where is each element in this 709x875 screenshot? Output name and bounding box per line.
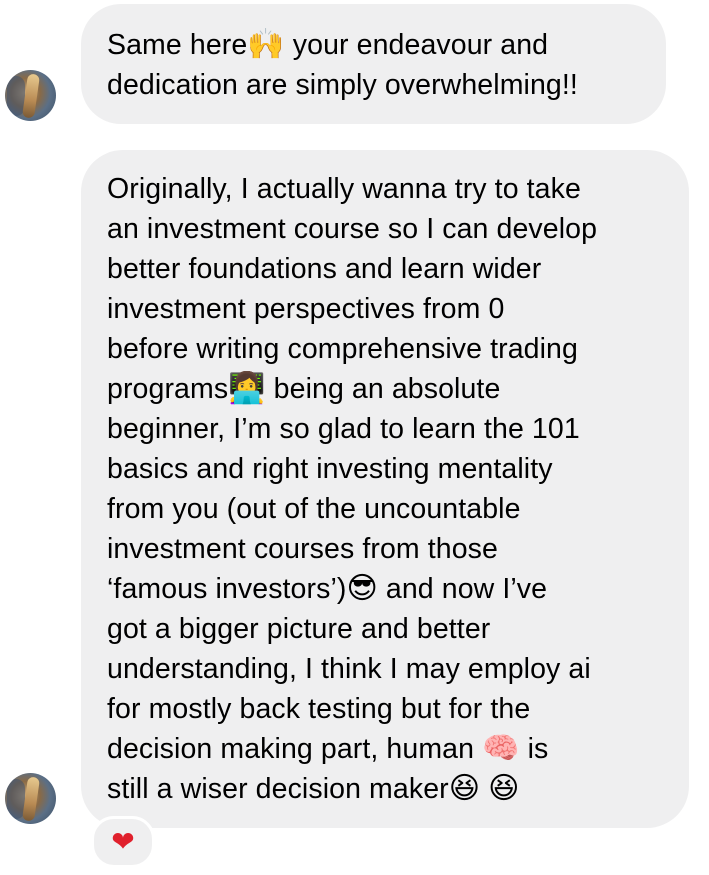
brain-emoji-icon: 🧠: [482, 731, 520, 766]
message-line: Same here🙌 your endeavour and: [107, 25, 646, 65]
message-text: decision making part, human: [107, 733, 483, 765]
message-text: is: [519, 733, 549, 765]
message-text: Originally, I actually wanna try to take: [107, 173, 581, 205]
message-text: understanding, I think I may employ ai: [107, 653, 591, 685]
message-line: understanding, I think I may employ ai: [107, 649, 673, 689]
grinning-squinting-face-emoji-icon: 😆: [448, 771, 481, 806]
message-line: dedication are simply overwhelming!!: [107, 65, 646, 105]
message-line: better foundations and learn wider: [107, 249, 673, 289]
message-text: [480, 773, 488, 805]
message-text: being an absolute: [265, 373, 501, 405]
message-text: basics and right investing mentality: [107, 453, 553, 485]
raising-hands-emoji-icon: 🙌: [247, 27, 285, 62]
message-text: your endeavour and: [284, 29, 549, 61]
message-text: beginner, I’m so glad to learn the 101: [107, 413, 580, 445]
message-text: and now I’ve: [377, 573, 548, 605]
heart-icon: ❤: [111, 825, 135, 858]
message-line: investment courses from those: [107, 529, 673, 569]
message-line: got a bigger picture and better: [107, 609, 673, 649]
message-line: from you (out of the uncountable: [107, 489, 673, 529]
message-text: dedication are simply overwhelming!!: [107, 69, 578, 101]
woman-technologist-emoji-icon: 👩‍💻: [228, 371, 266, 406]
message-text: investment perspectives from 0: [107, 293, 505, 325]
message-line: an investment course so I can develop: [107, 209, 673, 249]
message-line: investment perspectives from 0: [107, 289, 673, 329]
message-line: basics and right investing mentality: [107, 449, 673, 489]
avatar[interactable]: [5, 773, 56, 824]
message-line: beginner, I’m so glad to learn the 101: [107, 409, 673, 449]
avatar[interactable]: [5, 70, 56, 121]
avatar-photo-detail: [21, 73, 41, 119]
message-line: Originally, I actually wanna try to take: [107, 169, 673, 209]
grinning-squinting-face-emoji-icon: 😆: [488, 771, 520, 806]
message-bubble[interactable]: Originally, I actually wanna try to take…: [81, 150, 689, 828]
message-text: got a bigger picture and better: [107, 613, 491, 645]
message-text: ‘famous investors’): [107, 573, 347, 605]
message-line: decision making part, human 🧠 is: [107, 729, 673, 769]
message-text: an investment course so I can develop: [107, 213, 598, 245]
smiling-face-with-sunglasses-emoji-icon: 😎: [346, 571, 378, 606]
message-line: ‘famous investors’)😎 and now I’ve: [107, 569, 673, 609]
message-line: still a wiser decision maker😆 😆: [107, 769, 673, 809]
message-line: programs👩‍💻 being an absolute: [107, 369, 673, 409]
message-text: better foundations and learn wider: [107, 253, 542, 285]
message-text: programs: [107, 373, 229, 405]
message-text: Same here: [107, 29, 248, 61]
avatar-photo-detail: [21, 776, 41, 822]
message-line: before writing comprehensive trading: [107, 329, 673, 369]
reaction-badge[interactable]: ❤: [91, 816, 155, 868]
message-text: before writing comprehensive trading: [107, 333, 578, 365]
message-text: from you (out of the uncountable: [107, 493, 521, 525]
message-bubble[interactable]: Same here🙌 your endeavour and dedication…: [81, 4, 666, 124]
message-text: for mostly back testing but for the: [107, 693, 531, 725]
message-line: for mostly back testing but for the: [107, 689, 673, 729]
message-text: investment courses from those: [107, 533, 498, 565]
message-text: still a wiser decision maker: [107, 773, 449, 805]
